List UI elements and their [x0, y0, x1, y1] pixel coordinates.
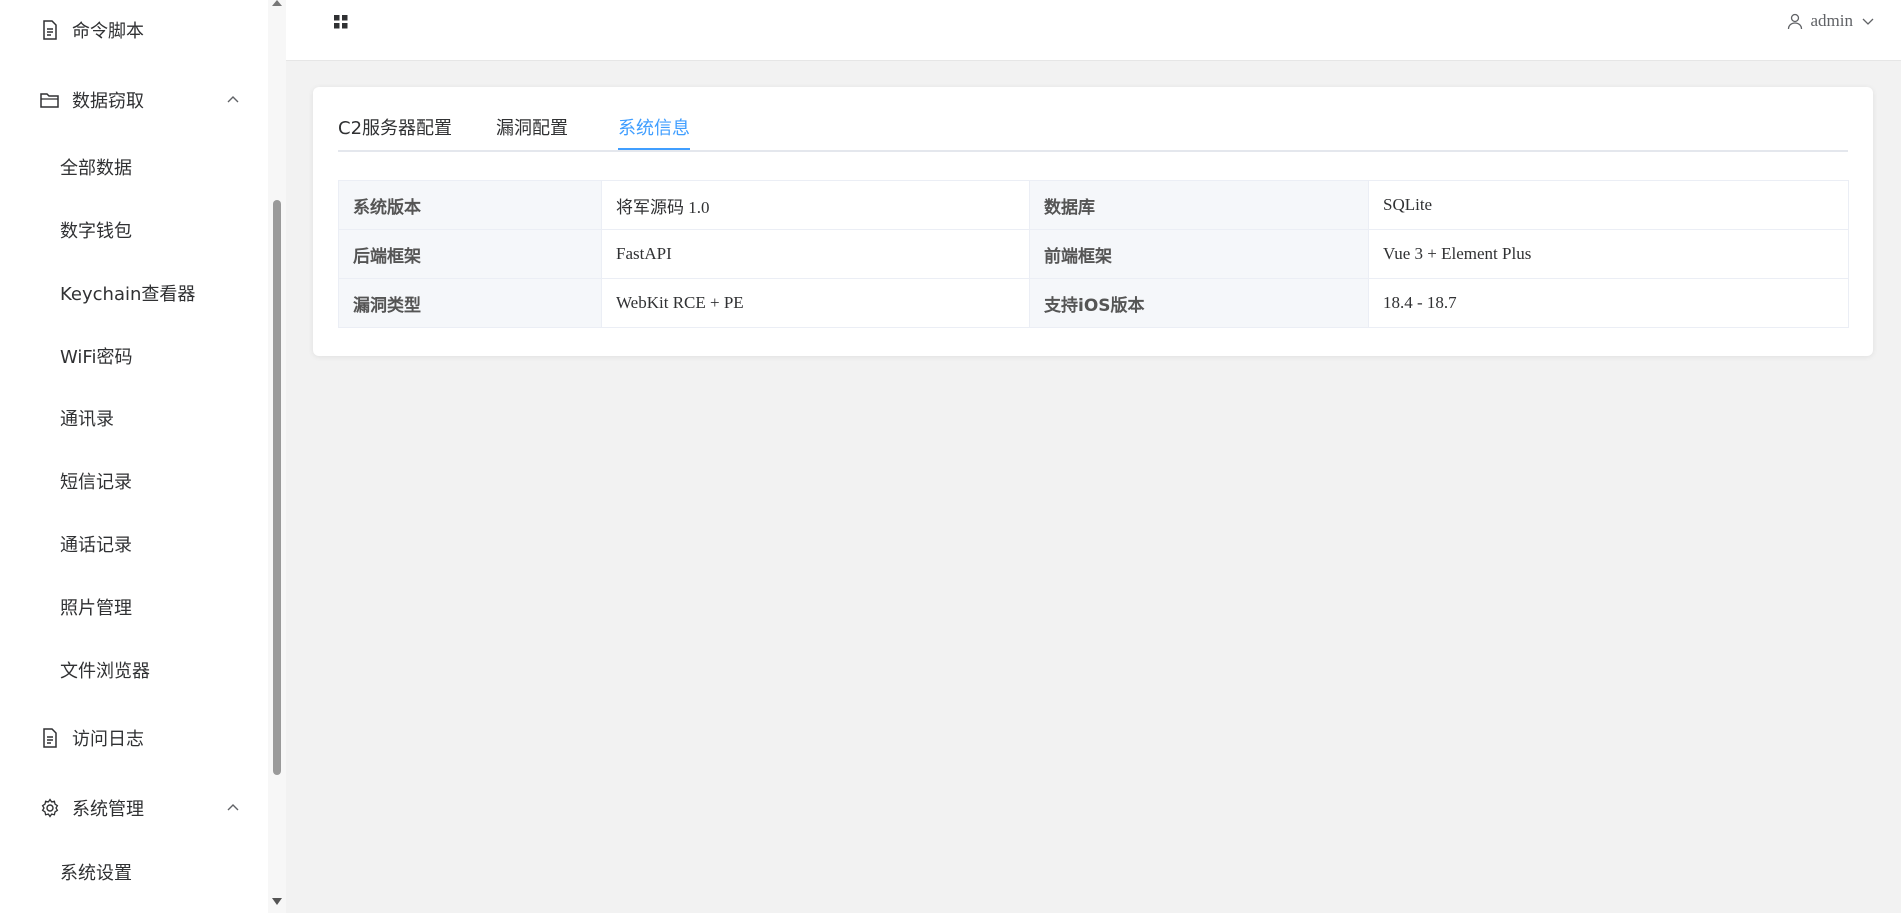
sub-item-label: 全部数据 [60, 158, 132, 179]
sub-item-label: Keychain查看器 [60, 284, 196, 305]
menu-item-data-theft[interactable]: 数据窃取 [0, 80, 268, 120]
sub-item-file-browser[interactable]: 文件浏览器 [0, 650, 268, 690]
chevron-up-icon [227, 96, 239, 103]
sub-item-photos[interactable]: 照片管理 [0, 587, 268, 627]
menu-label: 访问日志 [72, 729, 144, 750]
username: admin [1810, 11, 1854, 30]
sub-item-label: 短信记录 [60, 472, 132, 493]
sub-item-label: 照片管理 [60, 598, 132, 619]
scroll-up-arrow-icon[interactable] [272, 0, 282, 6]
table-row: 系统版本 将军源码 1.0 数据库 SQLite [338, 180, 1849, 230]
document-icon [40, 20, 60, 40]
menu-item-command-scripts[interactable]: 命令脚本 [0, 10, 268, 50]
sub-item-calls[interactable]: 通话记录 [0, 524, 268, 564]
top-header: admin [286, 0, 1901, 61]
chevron-down-icon [1862, 18, 1874, 25]
menu-item-access-log[interactable]: 访问日志 [0, 718, 268, 758]
document-icon [40, 728, 60, 748]
info-label: 前端框架 [1029, 229, 1369, 279]
user-icon [1787, 13, 1802, 29]
sidebar-scrollbar-thumb[interactable] [273, 200, 281, 775]
folder-icon [40, 90, 60, 110]
tab-bar: C2服务器配置 漏洞配置 系统信息 [338, 117, 1848, 152]
sub-item-label: 数字钱包 [60, 221, 132, 242]
menu-item-system-management[interactable]: 系统管理 [0, 788, 268, 828]
sidebar: 命令脚本 数据窃取 全部数据 数字钱包 Keychain查看器 WiFi密码 通… [0, 0, 268, 913]
info-value: FastAPI [601, 229, 1030, 279]
sub-item-label: 文件浏览器 [60, 661, 150, 682]
table-row: 后端框架 FastAPI 前端框架 Vue 3 + Element Plus [338, 229, 1849, 279]
sub-item-system-settings[interactable]: 系统设置 [0, 852, 268, 892]
info-label: 后端框架 [338, 229, 602, 279]
sub-item-label: WiFi密码 [60, 347, 133, 368]
user-dropdown[interactable]: admin [1787, 8, 1876, 34]
sub-item-label: 通讯录 [60, 409, 114, 430]
chevron-up-icon [227, 804, 239, 811]
sub-item-wifi[interactable]: WiFi密码 [0, 336, 268, 376]
info-value: Vue 3 + Element Plus [1368, 229, 1849, 279]
menu-label: 系统管理 [72, 799, 144, 820]
sub-item-contacts[interactable]: 通讯录 [0, 398, 268, 438]
tab-system-info[interactable]: 系统信息 [618, 117, 690, 150]
sub-item-keychain[interactable]: Keychain查看器 [0, 273, 268, 313]
info-value: WebKit RCE + PE [601, 278, 1030, 328]
table-row: 漏洞类型 WebKit RCE + PE 支持iOS版本 18.4 - 18.7 [338, 278, 1849, 328]
settings-card: C2服务器配置 漏洞配置 系统信息 系统版本 将军源码 1.0 数据库 SQLi… [313, 87, 1873, 356]
info-label: 数据库 [1029, 180, 1369, 230]
system-info-table: 系统版本 将军源码 1.0 数据库 SQLite 后端框架 FastAPI 前端… [338, 180, 1849, 328]
sub-item-sms[interactable]: 短信记录 [0, 461, 268, 501]
tab-exploit-config[interactable]: 漏洞配置 [496, 117, 568, 150]
info-value: 将军源码 1.0 [601, 180, 1030, 230]
gear-icon [40, 798, 60, 818]
info-label: 支持iOS版本 [1029, 278, 1369, 328]
scroll-down-arrow-icon[interactable] [272, 898, 282, 906]
tab-c2-server-config[interactable]: C2服务器配置 [338, 117, 452, 150]
info-label: 系统版本 [338, 180, 602, 230]
sub-item-label: 系统设置 [60, 863, 132, 884]
sub-item-label: 通话记录 [60, 535, 132, 556]
menu-label: 数据窃取 [72, 91, 144, 112]
info-value: 18.4 - 18.7 [1368, 278, 1849, 328]
menu-label: 命令脚本 [72, 21, 144, 42]
info-value: SQLite [1368, 180, 1849, 230]
info-label: 漏洞类型 [338, 278, 602, 328]
sub-item-all-data[interactable]: 全部数据 [0, 147, 268, 187]
active-tab-indicator [618, 148, 690, 150]
sub-item-wallet[interactable]: 数字钱包 [0, 210, 268, 250]
grid-icon[interactable] [333, 14, 349, 30]
